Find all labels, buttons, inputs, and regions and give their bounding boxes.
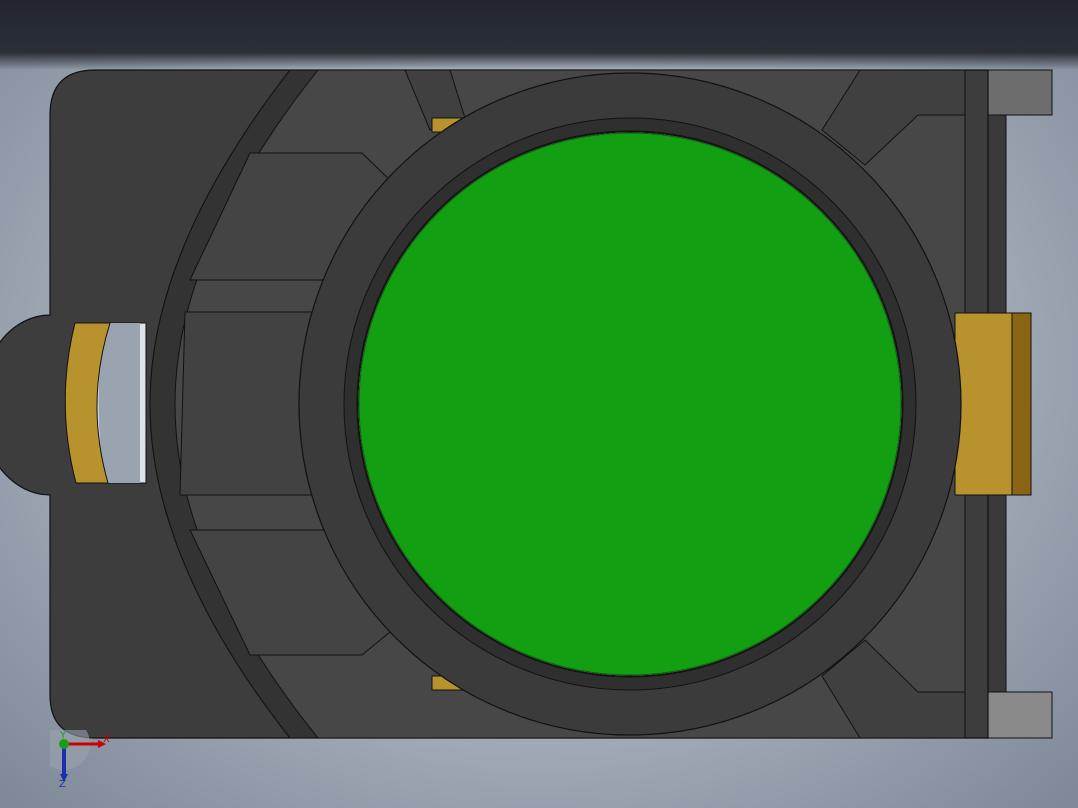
mounting-tab-bottom[interactable] (987, 691, 1053, 739)
side-window-shade (98, 323, 140, 483)
triad-z-label: Z (59, 779, 66, 790)
mounting-tab-top[interactable] (987, 69, 1053, 116)
triad-y-label: Y (60, 730, 67, 741)
brass-contact-right-edge (1011, 312, 1032, 496)
graphics-viewport[interactable]: X Y Z (0, 0, 1078, 808)
green-push-button[interactable] (358, 132, 902, 676)
triad-x-label: X (103, 734, 110, 745)
pushbutton-model[interactable] (0, 0, 1078, 808)
triad-sphere (38, 718, 90, 770)
brass-contact-right[interactable] (954, 312, 1014, 496)
